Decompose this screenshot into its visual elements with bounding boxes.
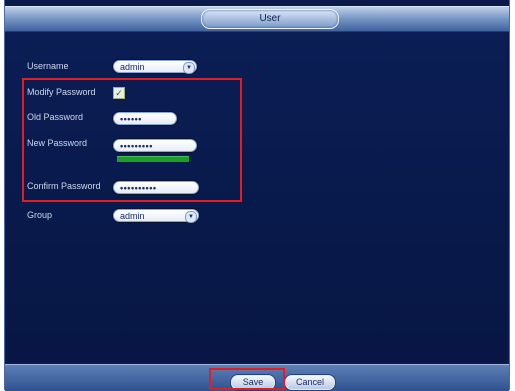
user-dialog: User Username admin ▼ Modify Password ✓ … [4, 0, 510, 391]
dialog-title: User [201, 9, 339, 29]
title-bar: User [5, 6, 509, 32]
username-label: Username [27, 61, 69, 71]
group-dropdown[interactable]: admin ▼ [113, 209, 199, 223]
cancel-button[interactable]: Cancel [285, 375, 335, 390]
save-button-highlight [209, 368, 285, 390]
chevron-down-icon: ▼ [185, 211, 197, 223]
chevron-down-icon: ▼ [183, 62, 195, 74]
group-label: Group [27, 210, 53, 220]
password-section-highlight [22, 78, 242, 202]
username-value: admin [120, 62, 145, 72]
group-value: admin [120, 211, 145, 221]
username-dropdown[interactable]: admin ▼ [113, 60, 197, 74]
